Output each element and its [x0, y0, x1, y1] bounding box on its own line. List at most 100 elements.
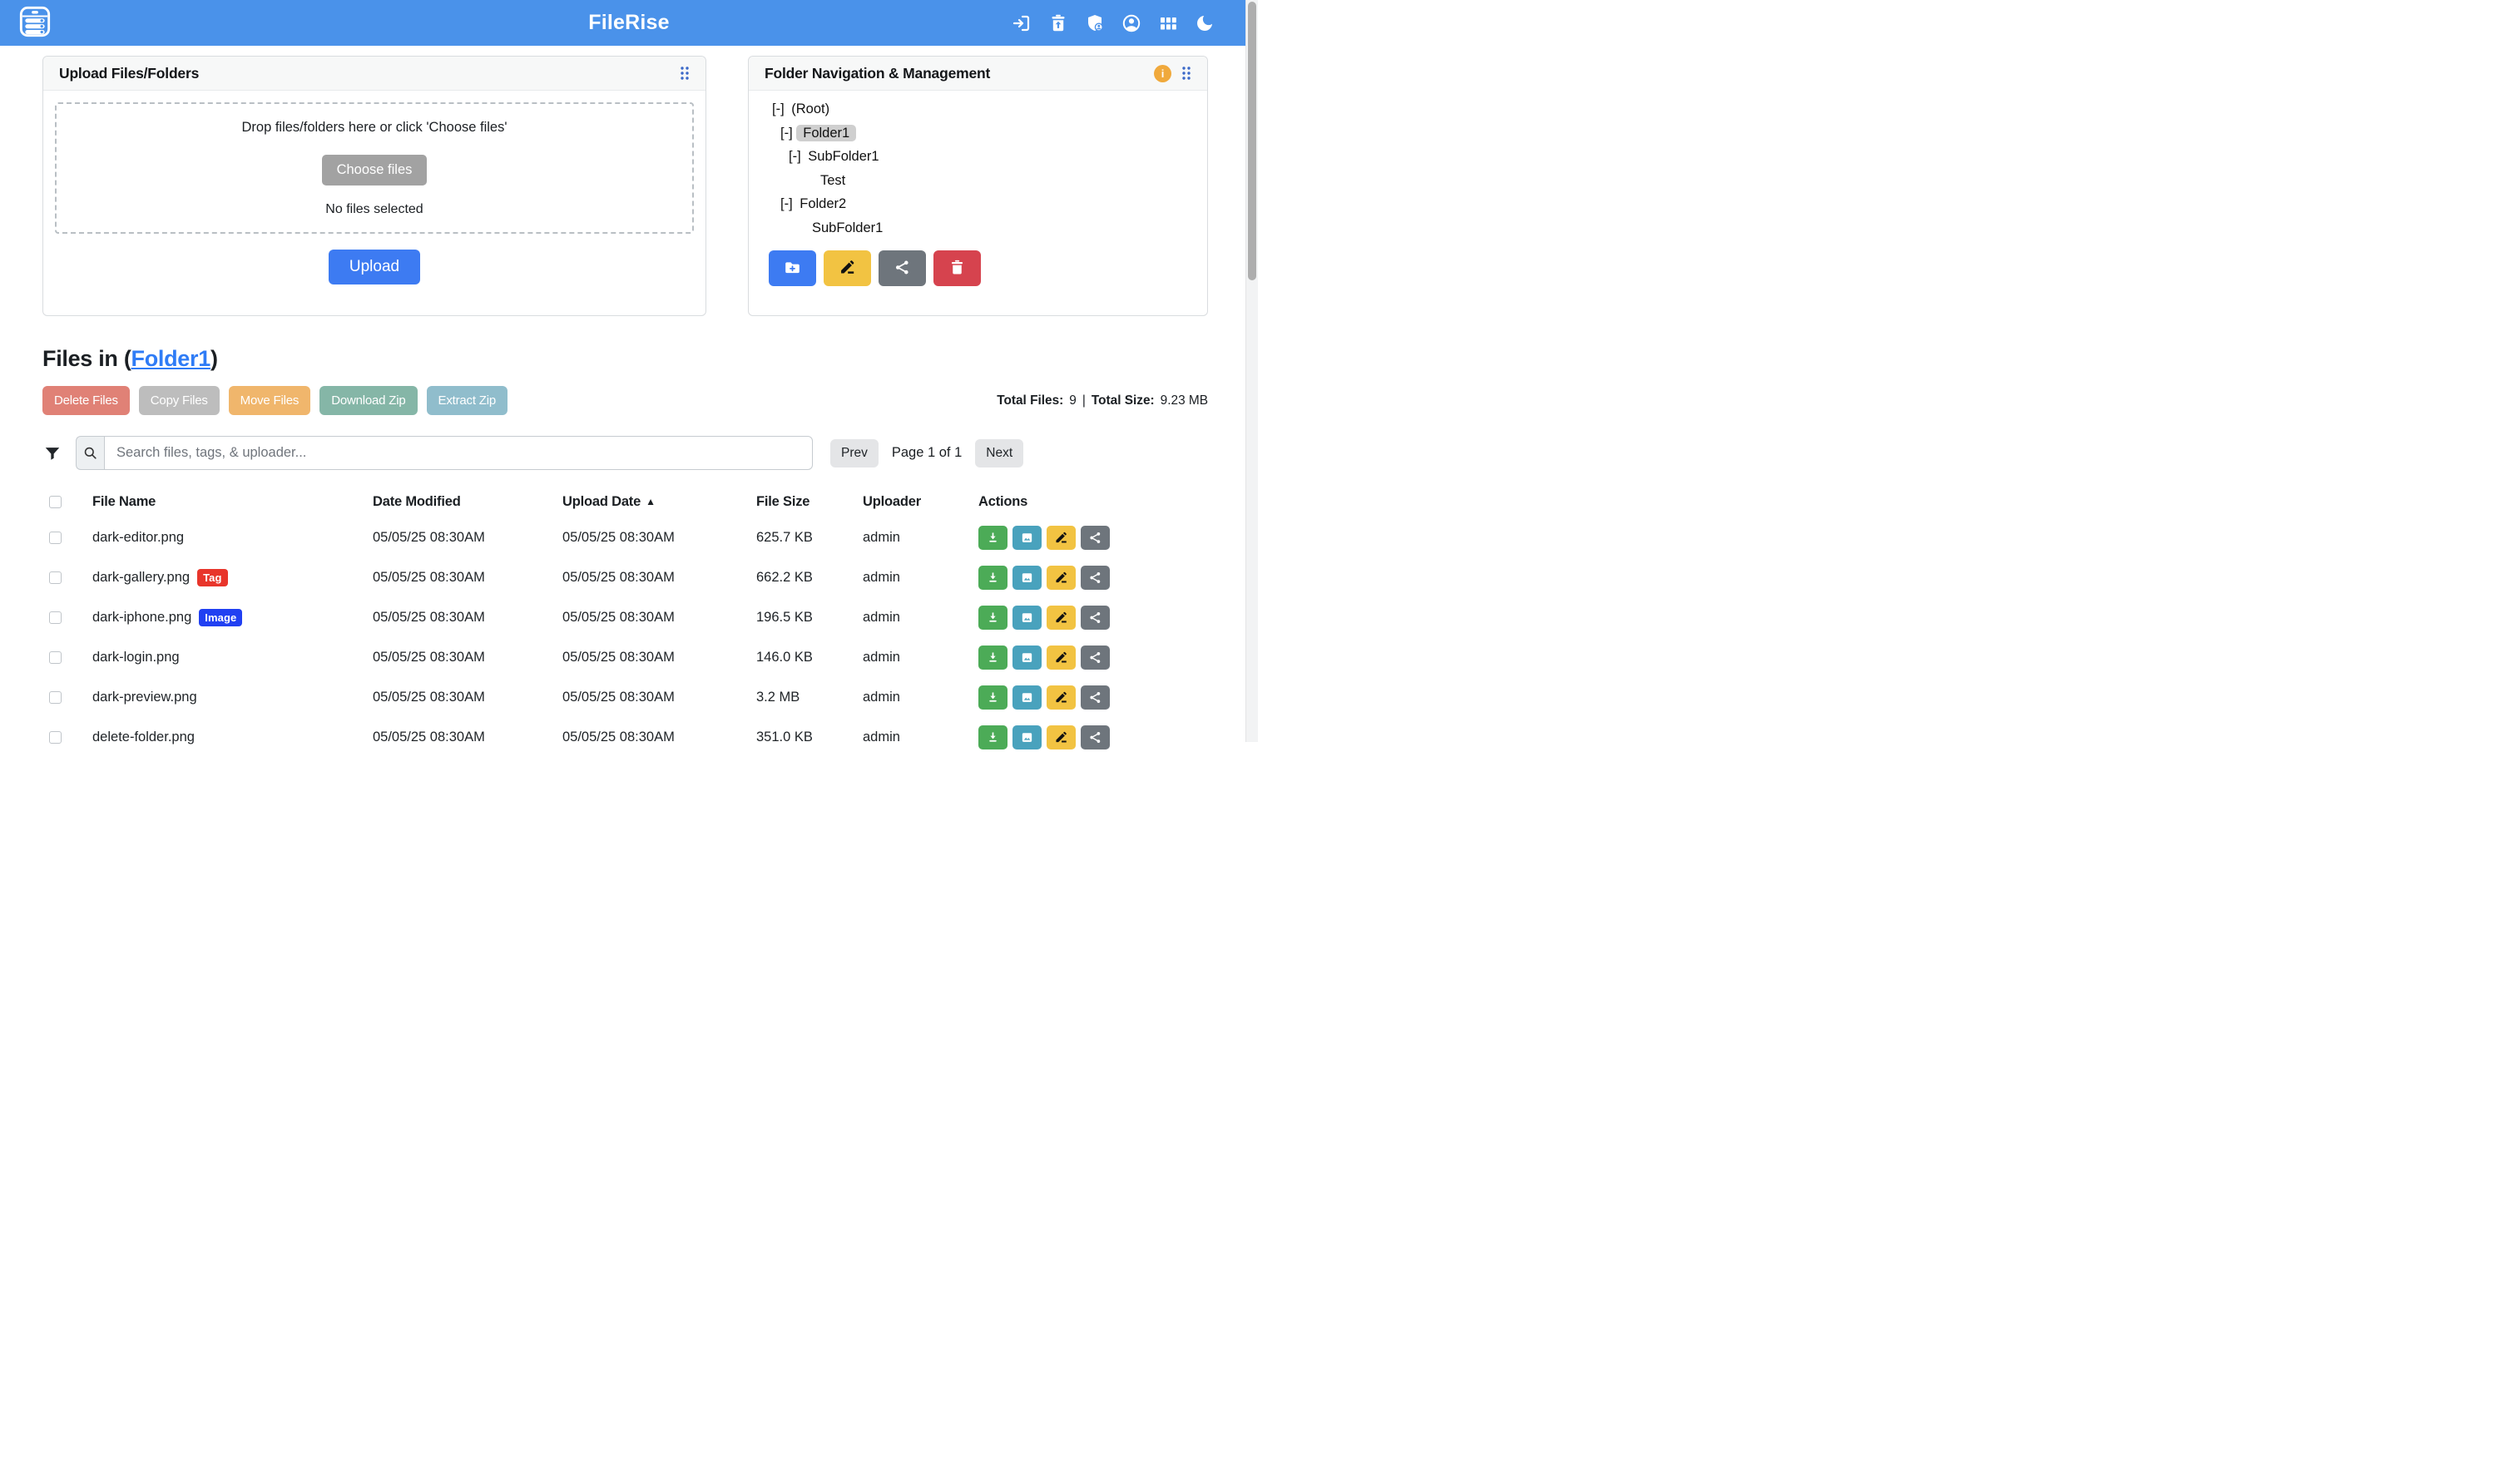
files-heading: Files in (Folder1) [42, 346, 1208, 372]
info-icon[interactable]: i [1154, 65, 1171, 82]
preview-image-button[interactable] [1012, 646, 1042, 670]
share-button[interactable] [1081, 725, 1110, 749]
create-folder-button[interactable] [769, 250, 816, 286]
download-button[interactable] [978, 646, 1007, 670]
share-folder-button[interactable] [879, 250, 926, 286]
tree-folder-label[interactable]: Test [817, 172, 849, 189]
rename-button[interactable] [1047, 606, 1076, 630]
dropzone-text: Drop files/folders here or click 'Choose… [241, 120, 507, 136]
file-size: 625.7 KB [756, 530, 863, 546]
file-uploader: admin [863, 610, 978, 626]
file-name[interactable]: dark-preview.png [92, 690, 197, 705]
file-size: 3.2 MB [756, 690, 863, 705]
scrollbar-thumb[interactable] [1248, 2, 1256, 280]
table-row: dark-iphone.png Image 05/05/25 08:30AM 0… [42, 597, 1208, 637]
admin-shield-icon[interactable] [1084, 12, 1105, 33]
file-uploader: admin [863, 650, 978, 665]
file-name[interactable]: dark-gallery.png [92, 570, 190, 586]
zip-files-button[interactable]: Download Zip [319, 386, 417, 415]
dark-mode-moon-icon[interactable] [1194, 12, 1215, 33]
preview-image-button[interactable] [1012, 526, 1042, 550]
tree-folder-label[interactable]: SubFolder1 [805, 148, 882, 165]
row-checkbox[interactable] [49, 691, 62, 704]
date-modified: 05/05/25 08:30AM [373, 690, 562, 705]
file-name[interactable]: delete-folder.png [92, 730, 195, 745]
rename-button[interactable] [1047, 566, 1076, 590]
edit-pencil-icon [839, 259, 856, 279]
search-input[interactable] [104, 436, 813, 470]
user-profile-icon[interactable] [1121, 12, 1141, 33]
preview-image-button[interactable] [1012, 566, 1042, 590]
download-button[interactable] [978, 526, 1007, 550]
row-checkbox[interactable] [49, 532, 62, 544]
next-page-button[interactable]: Next [975, 439, 1023, 467]
tree-toggle[interactable]: [-] [780, 196, 793, 211]
rename-button[interactable] [1047, 646, 1076, 670]
tree-toggle[interactable]: [-] [780, 126, 793, 141]
file-dropzone[interactable]: Drop files/folders here or click 'Choose… [55, 102, 694, 234]
share-button[interactable] [1081, 646, 1110, 670]
header-actions [1011, 12, 1215, 33]
row-checkbox[interactable] [49, 611, 62, 624]
logout-icon[interactable] [1011, 12, 1032, 33]
date-modified: 05/05/25 08:30AM [373, 610, 562, 626]
drag-handle-icon[interactable] [680, 66, 690, 81]
delete-folder-button[interactable] [933, 250, 981, 286]
upload-button[interactable]: Upload [329, 250, 420, 284]
header-file-name[interactable]: File Name [79, 494, 373, 510]
download-button[interactable] [978, 685, 1007, 710]
download-button[interactable] [978, 725, 1007, 749]
rename-button[interactable] [1047, 526, 1076, 550]
copy-files-button[interactable]: Copy Files [139, 386, 220, 415]
share-button[interactable] [1081, 685, 1110, 710]
table-body: dark-editor.png 05/05/25 08:30AM 05/05/2… [42, 517, 1208, 757]
rename-button[interactable] [1047, 725, 1076, 749]
file-name[interactable]: dark-login.png [92, 650, 180, 665]
tree-toggle[interactable]: [-] [789, 149, 801, 164]
filter-icon[interactable] [42, 443, 62, 463]
drag-handle-icon[interactable] [1181, 66, 1191, 81]
restore-trash-icon[interactable] [1047, 12, 1068, 33]
upload-date: 05/05/25 08:30AM [562, 730, 756, 745]
header-upload-date[interactable]: Upload Date▲ [562, 494, 756, 510]
row-checkbox[interactable] [49, 571, 62, 584]
header-date-modified[interactable]: Date Modified [373, 494, 562, 510]
table-row: delete-folder.png 05/05/25 08:30AM 05/05… [42, 717, 1208, 757]
file-name[interactable]: dark-editor.png [92, 530, 184, 546]
extract-files-button[interactable]: Extract Zip [427, 386, 507, 415]
preview-image-button[interactable] [1012, 725, 1042, 749]
header-uploader[interactable]: Uploader [863, 494, 978, 510]
share-button[interactable] [1081, 566, 1110, 590]
move-files-button[interactable]: Move Files [229, 386, 311, 415]
tree-folder-label[interactable]: Folder2 [796, 195, 849, 212]
tree-folder-label[interactable]: Folder1 [796, 125, 856, 141]
delete-files-button[interactable]: Delete Files [42, 386, 130, 415]
prev-page-button[interactable]: Prev [830, 439, 879, 467]
tree-node: [-] Folder1 [769, 121, 1207, 146]
filerise-logo-icon [18, 5, 52, 41]
tree-folder-label[interactable]: (Root) [788, 101, 833, 117]
app-logo-menu-button[interactable] [18, 5, 52, 41]
choose-files-button[interactable]: Choose files [322, 155, 428, 186]
header-file-size[interactable]: File Size [756, 494, 863, 510]
rename-button[interactable] [1047, 685, 1076, 710]
current-folder-link[interactable]: Folder1 [131, 346, 210, 371]
apps-grid-icon[interactable] [1157, 12, 1178, 33]
preview-image-button[interactable] [1012, 685, 1042, 710]
page-scrollbar[interactable] [1245, 0, 1258, 742]
file-name[interactable]: dark-iphone.png [92, 610, 191, 626]
row-checkbox[interactable] [49, 731, 62, 744]
preview-image-button[interactable] [1012, 606, 1042, 630]
select-all-checkbox[interactable] [49, 496, 62, 508]
share-button[interactable] [1081, 606, 1110, 630]
no-files-selected-text: No files selected [325, 202, 423, 217]
share-button[interactable] [1081, 526, 1110, 550]
download-button[interactable] [978, 566, 1007, 590]
download-button[interactable] [978, 606, 1007, 630]
file-uploader: admin [863, 690, 978, 705]
tree-folder-label[interactable]: SubFolder1 [809, 220, 886, 236]
rename-folder-button[interactable] [824, 250, 871, 286]
row-checkbox[interactable] [49, 651, 62, 664]
tree-toggle[interactable]: [-] [772, 101, 785, 116]
file-uploader: admin [863, 730, 978, 745]
